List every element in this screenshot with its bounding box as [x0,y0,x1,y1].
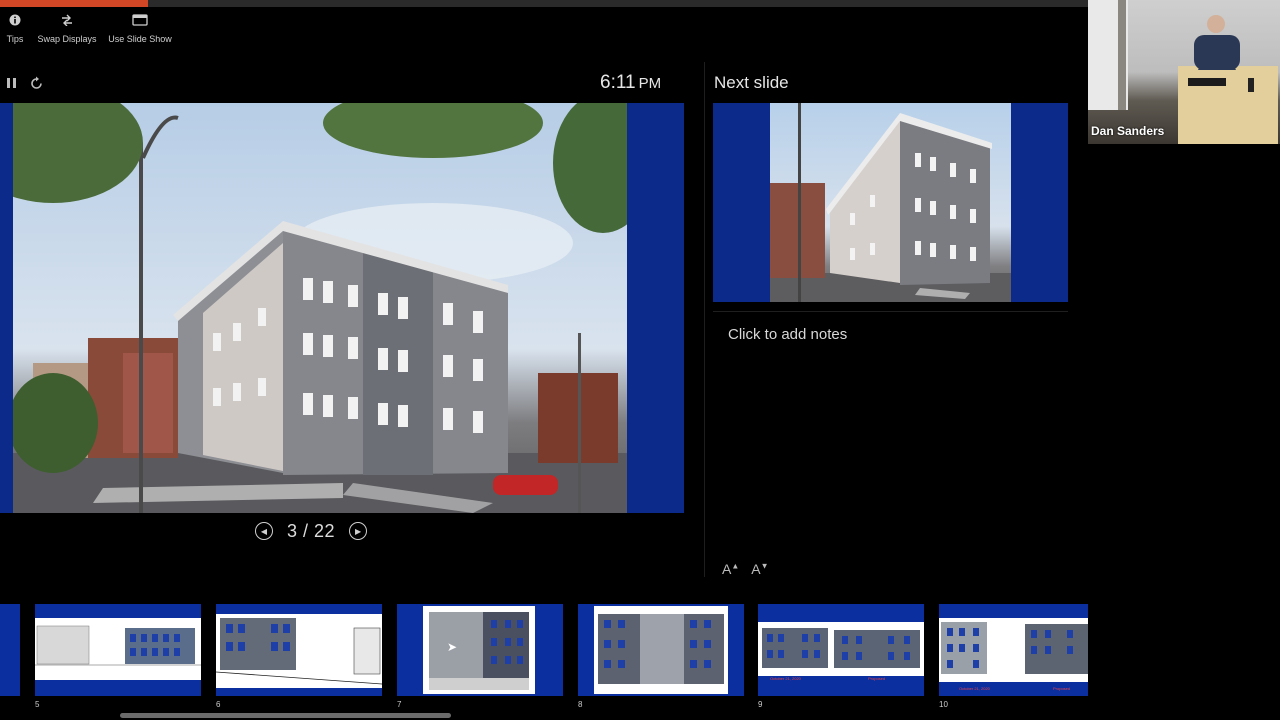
thumbnail-number: 7 [397,700,402,709]
slide-thumbnail-5[interactable] [35,604,201,696]
thumbnail-number: 8 [578,700,583,709]
pause-icon [6,77,18,94]
use-slide-show-button[interactable]: Use Slide Show [108,14,172,48]
slide-counter[interactable]: 3 / 22 [287,521,335,542]
slide-thumbnail-6[interactable] [216,604,382,696]
slide-navigation: ◀ 3 / 22 ▶ [255,519,368,543]
next-slide-title: Next slide [714,73,789,92]
tips-button[interactable]: Tips [4,14,26,48]
current-slide-photo [13,103,627,513]
slide-thumbnail-10[interactable]: October 21, 2020 Proposed [939,604,1088,696]
restart-timer-button[interactable] [29,76,44,95]
restart-icon [29,76,44,95]
slide-thumbnail-9[interactable]: October 21, 2020 Proposed [758,604,924,696]
thumbnail-number: 10 [939,700,948,709]
clock-time: 6:11 [600,72,636,93]
thumbnail-caption-date: October 21, 2020 [770,676,801,681]
slide-thumbnail-7[interactable]: ➤ [397,604,563,696]
notes-separator [713,311,1068,312]
slide-thumbnail-8[interactable] [578,604,744,696]
use-slide-show-label: Use Slide Show [108,34,172,44]
speaker-notes[interactable]: Click to add notes [728,326,847,343]
tips-label: Tips [6,34,24,44]
increase-font-button[interactable]: A▲ [722,561,739,577]
decrease-font-label: A [751,561,761,577]
chevron-right-icon: ▶ [354,526,362,536]
participant-name: Dan Sanders [1091,124,1165,138]
chevron-left-icon: ◀ [260,526,268,536]
swap-icon [60,14,74,30]
slide-progress-bar [0,0,1088,7]
thumbnail-number: 6 [216,700,221,709]
next-slide-preview[interactable] [713,103,1068,302]
next-slide-photo [770,103,1011,302]
swap-displays-button[interactable]: Swap Displays [37,14,97,48]
pause-timer-button[interactable] [6,76,18,94]
next-slide-button[interactable]: ▶ [349,522,368,540]
increase-font-label: A [722,561,732,577]
pane-divider[interactable] [704,62,705,577]
current-slide[interactable] [0,103,684,513]
thumbnail-scrollbar[interactable] [120,713,451,718]
notes-font-controls: A▲ A▼ [722,561,769,577]
slide-thumbnail-strip: 5 6 ➤ 7 8 October 21, 2020 Proposed 9 Oc… [0,600,1088,720]
slide-thumbnail[interactable] [0,604,20,696]
thumbnail-caption-proposed: Proposed [1053,686,1071,691]
swap-displays-label: Swap Displays [37,34,97,44]
slideshow-icon [132,14,148,30]
decrease-font-button[interactable]: A▼ [751,561,768,577]
slide-progress-fill [0,0,148,7]
info-icon [9,14,21,30]
thumbnail-caption-proposed: Proposed [868,676,886,681]
thumbnail-caption-date: October 21, 2020 [959,686,990,691]
video-panel-background [1088,144,1280,720]
clock-ampm: PM [638,75,662,92]
participant-video[interactable] [1088,0,1280,144]
current-time: 6:11 PM [600,72,661,94]
mouse-cursor-icon: ➤ [447,640,458,654]
thumbnail-number: 5 [35,700,40,709]
previous-slide-button[interactable]: ◀ [255,522,273,540]
thumbnail-number: 9 [758,700,763,709]
